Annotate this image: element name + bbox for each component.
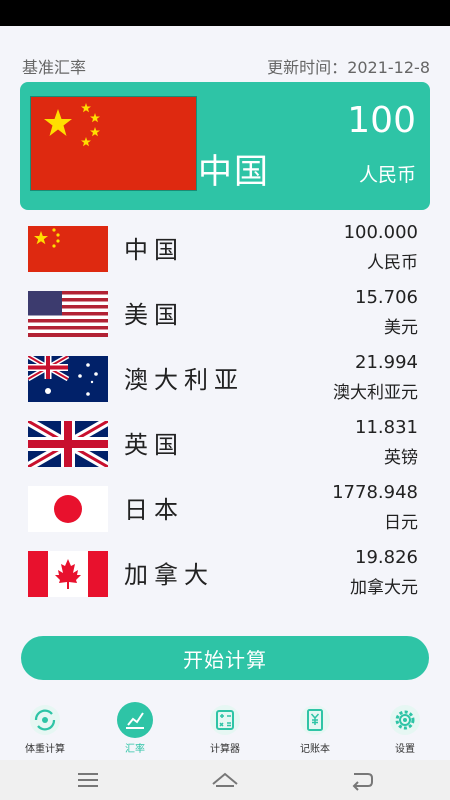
rate-row-usa[interactable]: 美国 15.706 美元 [0, 287, 450, 343]
header-row: 基准汇率 更新时间：2021-12-8 [22, 55, 430, 77]
rate-value: 19.826 [355, 547, 418, 568]
china-flag-icon [30, 96, 197, 191]
tab-exchange-rate[interactable]: 汇率 [100, 698, 170, 758]
country-name: 日本 [124, 496, 184, 524]
base-country: 中国 [198, 152, 270, 192]
rate-row-japan[interactable]: 日本 1778.948 日元 [0, 482, 450, 538]
rate-value: 21.994 [355, 352, 418, 373]
rate-row-china[interactable]: 中国 100.000 人民币 [0, 222, 450, 278]
tab-weight[interactable]: 体重计算 [10, 698, 80, 758]
rate-value: 100.000 [343, 222, 418, 243]
header-title: 基准汇率 [22, 58, 87, 77]
country-name: 加拿大 [124, 561, 214, 589]
update-time: 更新时间：2021-12-8 [267, 54, 430, 78]
rate-value: 11.831 [355, 417, 418, 438]
uk-flag-icon [28, 421, 108, 467]
update-label: 更新时间： [267, 58, 348, 77]
status-bar [0, 0, 450, 26]
currency-unit: 日元 [384, 513, 418, 533]
tab-label: 体重计算 [25, 744, 65, 755]
currency-unit: 澳大利亚元 [333, 383, 418, 403]
currency-unit: 美元 [384, 318, 418, 338]
start-calculate-button[interactable]: 开始计算 [21, 636, 429, 680]
rate-value: 1778.948 [332, 482, 418, 503]
tab-calculator[interactable]: 计算器 [190, 698, 260, 758]
weight-icon [27, 702, 63, 738]
usa-flag-icon [28, 291, 108, 337]
australia-flag-icon [28, 356, 108, 402]
country-name: 美国 [124, 301, 184, 329]
canada-flag-icon [28, 551, 108, 597]
country-name: 澳大利亚 [124, 366, 244, 394]
tab-label: 设置 [395, 744, 415, 755]
system-nav-bar [0, 760, 450, 800]
china-flag-icon [28, 226, 108, 272]
update-date: 2021-12-8 [347, 58, 430, 77]
ledger-icon [297, 702, 333, 738]
calculator-icon [207, 702, 243, 738]
rate-row-canada[interactable]: 加拿大 19.826 加拿大元 [0, 547, 450, 603]
exchange-chart-icon [117, 702, 153, 738]
home-icon[interactable] [205, 768, 245, 792]
japan-flag-icon [28, 486, 108, 532]
tab-label: 汇率 [125, 744, 145, 755]
settings-gear-icon [387, 702, 423, 738]
rate-row-australia[interactable]: 澳大利亚 21.994 澳大利亚元 [0, 352, 450, 408]
tab-label: 记账本 [300, 744, 330, 755]
bottom-tab-bar: 体重计算 汇率 计算器 记账本 设置 [0, 698, 450, 758]
tab-ledger[interactable]: 记账本 [280, 698, 350, 758]
country-name: 英国 [124, 431, 184, 459]
base-amount[interactable]: 100 [347, 100, 416, 141]
tab-settings[interactable]: 设置 [370, 698, 440, 758]
base-currency-card[interactable]: 中国 100 人民币 [20, 82, 430, 210]
currency-unit: 加拿大元 [350, 578, 418, 598]
back-icon[interactable] [342, 768, 382, 792]
currency-unit: 英镑 [384, 448, 418, 468]
rate-value: 15.706 [355, 287, 418, 308]
menu-icon[interactable] [68, 768, 108, 792]
country-name: 中国 [124, 236, 184, 264]
tab-label: 计算器 [210, 744, 240, 755]
rate-row-uk[interactable]: 英国 11.831 英镑 [0, 417, 450, 473]
base-unit: 人民币 [358, 164, 416, 186]
currency-unit: 人民币 [367, 253, 418, 273]
